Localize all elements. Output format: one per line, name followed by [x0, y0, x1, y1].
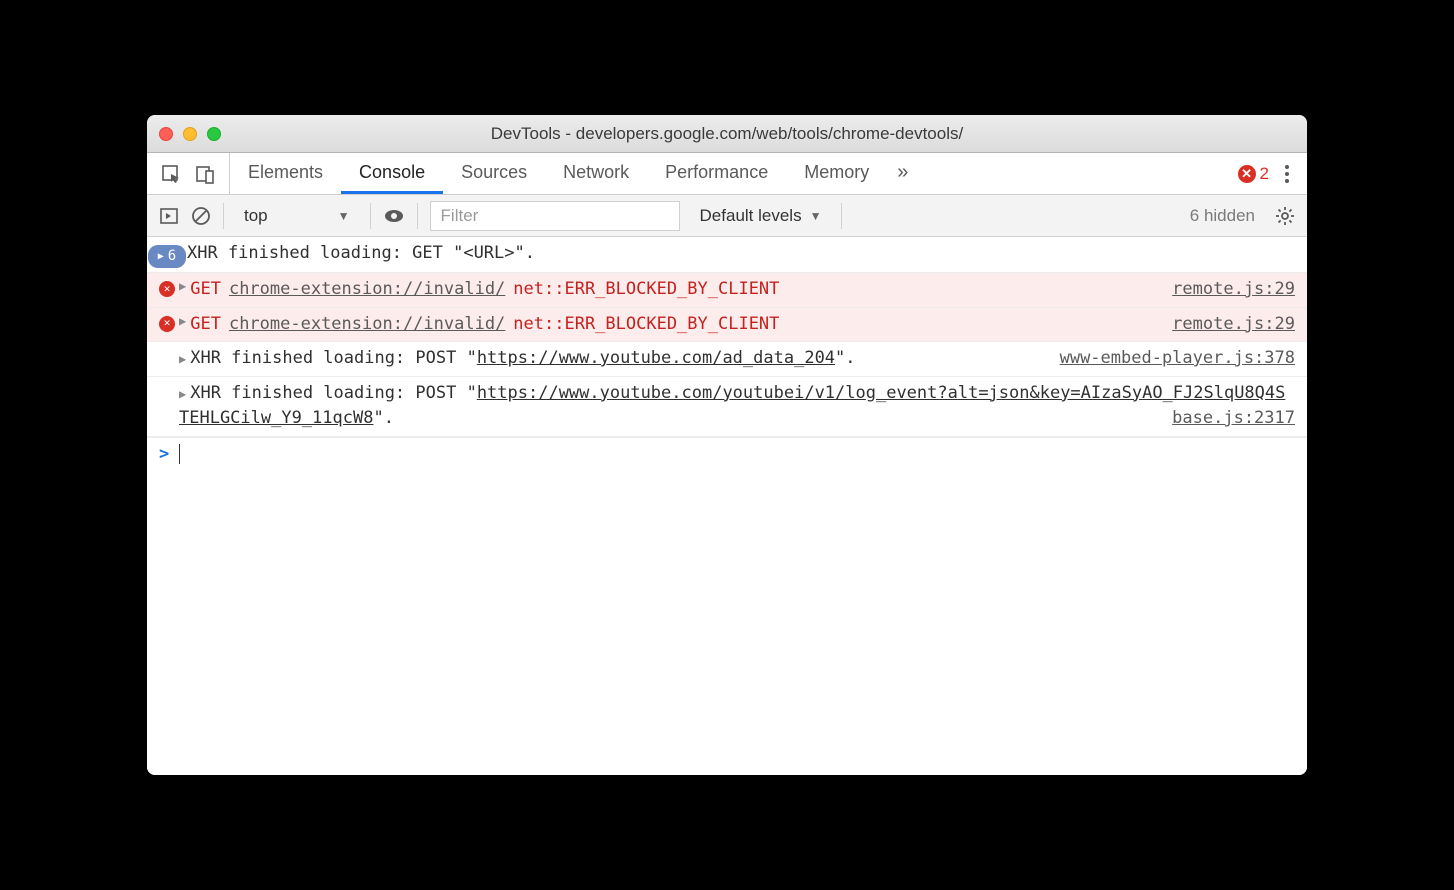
- separator: [370, 203, 371, 229]
- console-prompt[interactable]: >: [147, 437, 1307, 470]
- source-link[interactable]: remote.js:29: [1172, 312, 1295, 338]
- text-cursor: [179, 444, 180, 464]
- message-count-badge: ▶6: [155, 241, 179, 268]
- error-url[interactable]: chrome-extension://invalid/: [229, 312, 505, 338]
- titlebar: DevTools - developers.google.com/web/too…: [147, 115, 1307, 153]
- console-error-message[interactable]: ✕ ▶ GET chrome-extension://invalid/ net:…: [147, 273, 1307, 308]
- hidden-messages-count[interactable]: 6 hidden: [1190, 206, 1255, 226]
- message-suffix: ".: [373, 408, 393, 428]
- console-output: ▶6 XHR finished loading: GET "<URL>". ✕ …: [147, 237, 1307, 775]
- chevron-right-icon: ▶: [158, 249, 164, 264]
- disclosure-triangle-icon[interactable]: ▶: [179, 387, 186, 401]
- toggle-sidebar-icon[interactable]: [159, 206, 179, 226]
- more-menu-button[interactable]: [1281, 165, 1293, 183]
- source-link[interactable]: remote.js:29: [1172, 277, 1295, 303]
- console-error-message[interactable]: ✕ ▶ GET chrome-extension://invalid/ net:…: [147, 308, 1307, 343]
- tab-performance[interactable]: Performance: [647, 153, 786, 194]
- error-icon: ✕: [1238, 165, 1256, 183]
- tab-elements[interactable]: Elements: [230, 153, 341, 194]
- context-selector[interactable]: top ▼: [236, 203, 358, 229]
- source-link[interactable]: base.js:2317: [1172, 406, 1295, 432]
- separator: [841, 203, 842, 229]
- disclosure-triangle-icon[interactable]: ▶: [179, 312, 186, 338]
- clear-console-icon[interactable]: [191, 206, 211, 226]
- log-levels-selector[interactable]: Default levels ▼: [692, 203, 830, 229]
- device-toolbar-icon[interactable]: [195, 164, 215, 184]
- disclosure-triangle-icon[interactable]: ▶: [179, 277, 186, 303]
- filter-input[interactable]: [430, 201, 680, 231]
- http-method: GET: [190, 312, 221, 338]
- tab-memory[interactable]: Memory: [786, 153, 887, 194]
- devtools-window: DevTools - developers.google.com/web/too…: [147, 115, 1307, 775]
- error-count-badge[interactable]: ✕ 2: [1238, 164, 1269, 184]
- source-link[interactable]: www-embed-player.js:378: [1060, 346, 1295, 372]
- error-code: net::ERR_BLOCKED_BY_CLIENT: [513, 277, 779, 303]
- close-window-button[interactable]: [159, 127, 173, 141]
- chevron-down-icon: ▼: [810, 209, 822, 223]
- tab-sources[interactable]: Sources: [443, 153, 545, 194]
- window-title: DevTools - developers.google.com/web/too…: [159, 124, 1295, 144]
- error-code: net::ERR_BLOCKED_BY_CLIENT: [513, 312, 779, 338]
- tab-network[interactable]: Network: [545, 153, 647, 194]
- tab-console[interactable]: Console: [341, 153, 443, 194]
- message-suffix: ".: [835, 348, 855, 368]
- console-settings-icon[interactable]: [1275, 206, 1295, 226]
- live-expression-icon[interactable]: [383, 205, 405, 227]
- window-controls: [159, 127, 221, 141]
- error-icon: ✕: [159, 281, 175, 297]
- console-message[interactable]: ▶6 XHR finished loading: GET "<URL>".: [147, 237, 1307, 273]
- maximize-window-button[interactable]: [207, 127, 221, 141]
- message-url[interactable]: https://www.youtube.com/ad_data_204: [477, 348, 835, 368]
- message-prefix: XHR finished loading: POST ": [190, 348, 477, 368]
- error-icon: ✕: [159, 316, 175, 332]
- console-message[interactable]: ▶XHR finished loading: POST "https://www…: [147, 377, 1307, 437]
- http-method: GET: [190, 277, 221, 303]
- prompt-icon: >: [159, 444, 169, 464]
- console-toolbar: top ▼ Default levels ▼ 6 hidden: [147, 195, 1307, 237]
- tabs-overflow[interactable]: »: [887, 153, 918, 194]
- panel-tabs: Elements Console Sources Network Perform…: [147, 153, 1307, 195]
- tabs-left-tools: [147, 153, 230, 194]
- message-prefix: XHR finished loading: POST ": [190, 383, 477, 403]
- chevron-down-icon: ▼: [338, 209, 350, 223]
- separator: [417, 203, 418, 229]
- inspect-element-icon[interactable]: [161, 164, 181, 184]
- disclosure-triangle-icon[interactable]: ▶: [179, 352, 186, 366]
- separator: [223, 203, 224, 229]
- minimize-window-button[interactable]: [183, 127, 197, 141]
- tabs-right: ✕ 2: [1224, 153, 1307, 194]
- error-url[interactable]: chrome-extension://invalid/: [229, 277, 505, 303]
- chevron-double-right-icon: »: [897, 161, 908, 184]
- console-message[interactable]: ▶ XHR finished loading: POST "https://www…: [147, 342, 1307, 377]
- message-text: XHR finished loading: GET "<URL>".: [179, 241, 1295, 267]
